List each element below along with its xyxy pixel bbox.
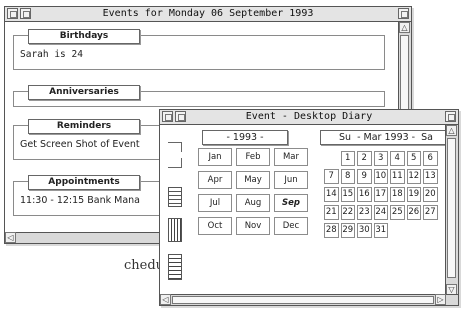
- scroll-left-icon[interactable]: ◁: [160, 294, 171, 305]
- diary-window: Event - Desktop Diary - 1993 - Jan Feb Mar…: [159, 109, 459, 306]
- month-button-oct[interactable]: Oct: [198, 217, 232, 235]
- scroll-right-icon[interactable]: ▷: [435, 294, 446, 305]
- day-cell[interactable]: 27: [423, 205, 438, 220]
- enter-icon[interactable]: [168, 142, 182, 152]
- day-cell[interactable]: 6: [423, 151, 438, 166]
- diary-vertical-scrollbar[interactable]: △ ▽: [445, 125, 458, 295]
- day-cell[interactable]: 24: [373, 205, 388, 220]
- day-cell[interactable]: 30: [357, 223, 372, 238]
- month-button-mar[interactable]: Mar: [274, 148, 308, 166]
- diary-titlebar[interactable]: Event - Desktop Diary: [160, 110, 458, 125]
- diary-scroll-thumb[interactable]: [447, 138, 456, 278]
- diary-hscroll-thumb[interactable]: [172, 296, 434, 304]
- day-cell[interactable]: 11: [390, 169, 405, 184]
- day-cell[interactable]: 29: [340, 223, 355, 238]
- scroll-up-icon[interactable]: △: [399, 22, 410, 33]
- month-button-may[interactable]: May: [236, 171, 270, 189]
- month-button-dec[interactable]: Dec: [274, 217, 308, 235]
- month-button-jul[interactable]: Jul: [198, 194, 232, 212]
- day-cell[interactable]: 8: [340, 169, 355, 184]
- anniversaries-label: Anniversaries: [28, 85, 140, 100]
- day-cell[interactable]: 1: [340, 151, 355, 166]
- month-button-sep[interactable]: Sep: [274, 194, 308, 212]
- day-cell[interactable]: 17: [373, 187, 388, 202]
- month-button-jun[interactable]: Jun: [274, 171, 308, 189]
- appointments-value[interactable]: 11:30 - 12:15 Bank Mana: [20, 195, 140, 206]
- anniversaries-panel: Anniversaries: [13, 85, 385, 107]
- year-label[interactable]: - 1993 -: [202, 130, 288, 145]
- month-button-aug[interactable]: Aug: [236, 194, 270, 212]
- day-cell[interactable]: 31: [373, 223, 388, 238]
- toggle-size-icon[interactable]: [445, 111, 456, 122]
- day-cell[interactable]: 22: [340, 205, 355, 220]
- calendar-header[interactable]: Su - Mar 1993 - Sa: [320, 130, 452, 145]
- month-button-jan[interactable]: Jan: [198, 148, 232, 166]
- day-cell[interactable]: 25: [390, 205, 405, 220]
- appointments-label: Appointments: [28, 175, 140, 190]
- day-cell[interactable]: 15: [340, 187, 355, 202]
- close-icon[interactable]: [7, 8, 18, 19]
- day-cell[interactable]: 16: [357, 187, 372, 202]
- day-cell[interactable]: 14: [324, 187, 339, 202]
- day-cell[interactable]: 7: [324, 169, 339, 184]
- scroll-left-icon[interactable]: ◁: [5, 232, 16, 243]
- reminders-value[interactable]: Get Screen Shot of Event: [20, 139, 140, 150]
- day-cell[interactable]: 13: [423, 169, 438, 184]
- events-titlebar[interactable]: Events for Monday 06 September 1993: [5, 7, 411, 22]
- grid-icon[interactable]: [168, 254, 182, 280]
- day-cell[interactable]: 4: [390, 151, 405, 166]
- day-cell[interactable]: 12: [406, 169, 421, 184]
- day-cell[interactable]: 21: [324, 205, 339, 220]
- events-window-title: Events for Monday 06 September 1993: [102, 8, 314, 19]
- birthdays-label: Birthdays: [28, 29, 140, 44]
- day-cell[interactable]: 28: [324, 223, 339, 238]
- day-cell[interactable]: 18: [390, 187, 405, 202]
- day-cell[interactable]: 23: [357, 205, 372, 220]
- diary-window-title: Event - Desktop Diary: [245, 111, 373, 122]
- iconise-icon[interactable]: [175, 111, 186, 122]
- month-button-nov[interactable]: Nov: [236, 217, 270, 235]
- day-cell[interactable]: 10: [373, 169, 388, 184]
- day-cell[interactable]: 26: [406, 205, 421, 220]
- return-icon[interactable]: [168, 158, 182, 168]
- toggle-size-icon[interactable]: [398, 8, 409, 19]
- day-cell[interactable]: 5: [406, 151, 421, 166]
- diary-horizontal-scrollbar[interactable]: ◁ ▷: [160, 294, 458, 305]
- bars-icon[interactable]: [168, 218, 182, 242]
- day-cell[interactable]: 19: [406, 187, 421, 202]
- iconise-icon[interactable]: [20, 8, 31, 19]
- reminders-label: Reminders: [28, 119, 140, 134]
- day-cell[interactable]: 20: [423, 187, 438, 202]
- birthdays-value[interactable]: Sarah is 24: [20, 49, 83, 60]
- month-button-feb[interactable]: Feb: [236, 148, 270, 166]
- list-icon[interactable]: [168, 187, 182, 207]
- close-icon[interactable]: [162, 111, 173, 122]
- day-cell[interactable]: 2: [357, 151, 372, 166]
- day-cell[interactable]: 3: [373, 151, 388, 166]
- day-cell[interactable]: 9: [357, 169, 372, 184]
- birthdays-panel: Birthdays Sarah is 24: [13, 29, 385, 70]
- scroll-up-icon[interactable]: △: [446, 125, 457, 136]
- month-button-apr[interactable]: Apr: [198, 171, 232, 189]
